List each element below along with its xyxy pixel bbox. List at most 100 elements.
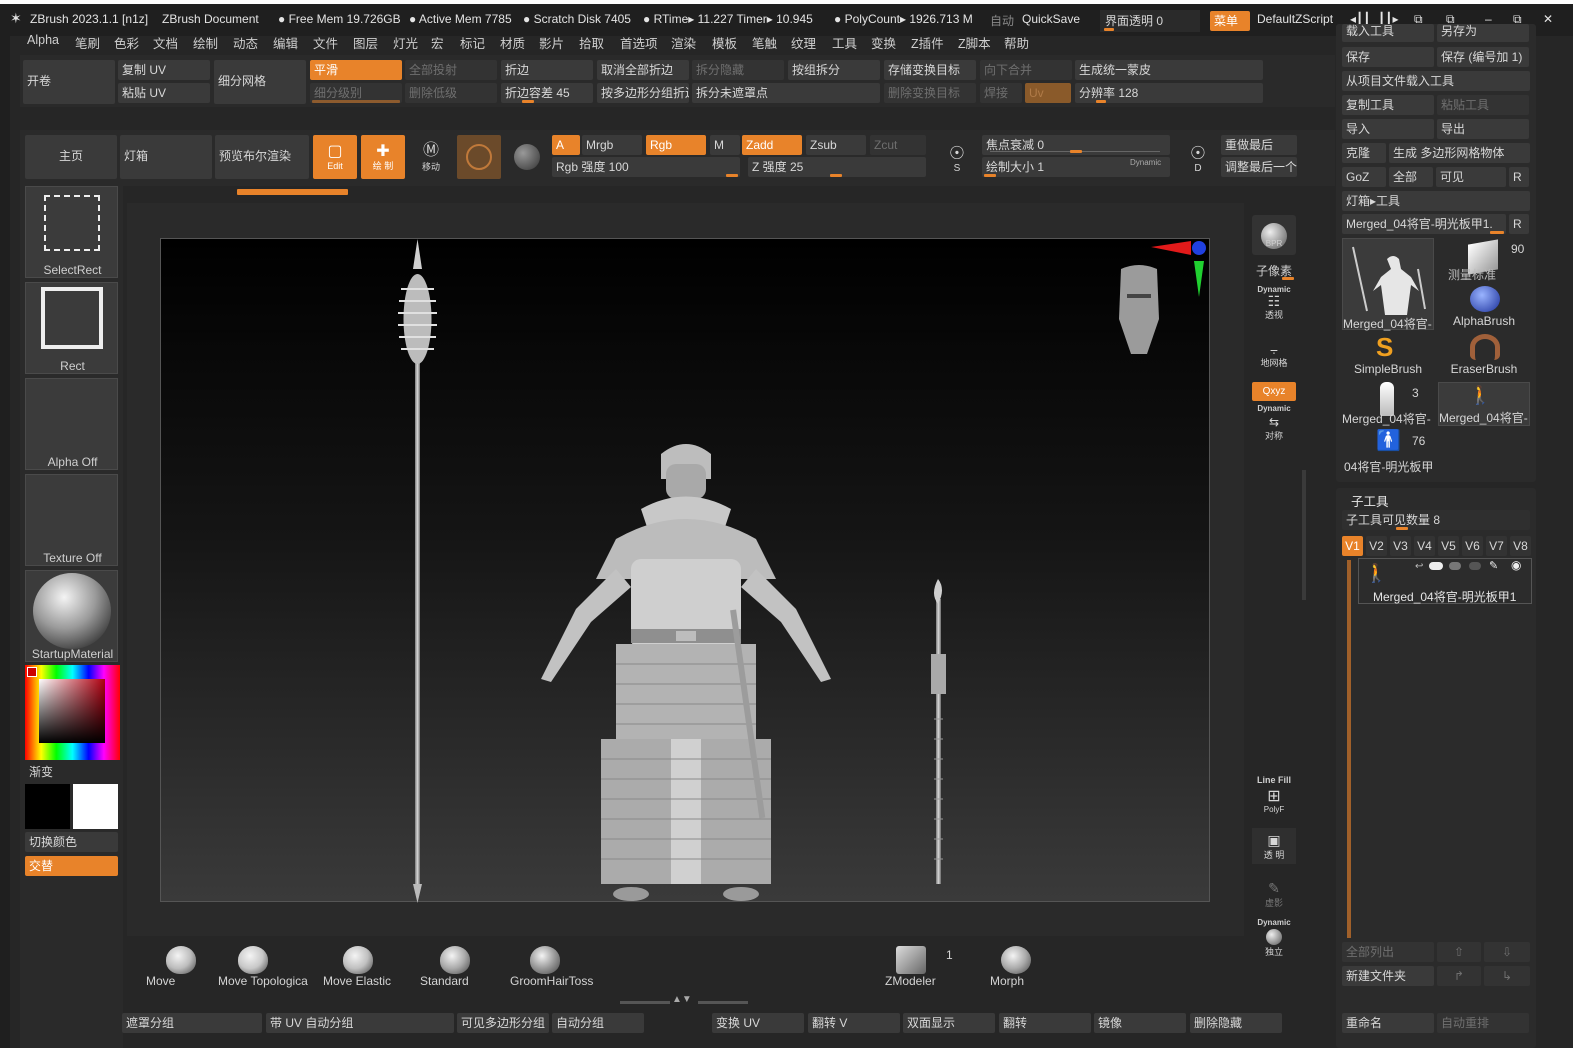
polyframe-button[interactable]: ⊞ PolyF (1252, 785, 1296, 817)
menu-item-3[interactable]: 文档 (153, 33, 178, 52)
export-button[interactable]: 导出 (1437, 119, 1529, 139)
transparent-button[interactable]: ▣ 透 明 (1252, 828, 1296, 864)
smooth-toggle[interactable]: 平滑 (310, 60, 402, 80)
menu-item-8[interactable]: 图层 (353, 33, 378, 52)
make-polymesh-button[interactable]: 生成 多边形网格物体 (1389, 143, 1530, 163)
mask-groups-button[interactable]: 遮罩分组 (122, 1013, 262, 1033)
brush-right-0[interactable]: ZModeler 1 (880, 942, 960, 992)
subtool-item[interactable]: 🚶 ↩ ✎ ◉ Merged_04将官-明光板甲1 (1358, 558, 1532, 604)
flip-button[interactable]: 翻转 (999, 1013, 1091, 1033)
close-icon[interactable]: ✕ (1543, 12, 1553, 26)
crease-pg-button[interactable]: 按多边形分组折边 (597, 83, 689, 103)
move-down-button[interactable]: ⇩ (1484, 942, 1530, 962)
stroke-d-button[interactable]: ☉ D (1178, 138, 1218, 178)
subtool-tab-v8[interactable]: V8 (1510, 536, 1531, 556)
menu-item-14[interactable]: 拾取 (579, 33, 604, 52)
copy-uv-button[interactable]: 复制 UV (118, 60, 210, 80)
adjust-last-button[interactable]: 调整最后一个 (1221, 157, 1297, 177)
menu-item-24[interactable]: 帮助 (1004, 33, 1029, 52)
open-button[interactable]: 开卷 (23, 60, 115, 104)
load-tool-button[interactable]: 载入工具 (1342, 24, 1434, 42)
transparency-slider[interactable]: 界面透明 0 (1100, 10, 1200, 32)
subtool-tab-v7[interactable]: V7 (1486, 536, 1507, 556)
weld-button[interactable]: 焊接 (980, 83, 1022, 103)
menu-item-10[interactable]: 宏 (431, 33, 444, 52)
paste-uv-button[interactable]: 粘贴 UV (118, 83, 210, 103)
rect-stroke[interactable]: Rect (25, 282, 118, 374)
subtool-tab-v3[interactable]: V3 (1390, 536, 1411, 556)
brush-right-1[interactable]: Morph (985, 942, 1065, 992)
menu-item-7[interactable]: 文件 (313, 33, 338, 52)
redo-last-button[interactable]: 重做最后 (1221, 135, 1297, 155)
goz-visible-button[interactable]: 可见 (1436, 167, 1506, 187)
tool-thumb-simplebrush[interactable]: S SimpleBrush (1342, 332, 1434, 378)
subtool-tab-v2[interactable]: V2 (1366, 536, 1387, 556)
zsub-toggle[interactable]: Zsub (806, 135, 866, 155)
tool-thumb-merged-2[interactable]: 3 Merged_04将官- (1342, 382, 1434, 426)
subtool-tab-v5[interactable]: V5 (1438, 536, 1459, 556)
visible-polygroups-button[interactable]: 可见多边形分组 (457, 1013, 549, 1033)
gyro-button[interactable] (505, 135, 549, 179)
subtool-arrow-icon[interactable]: ↩ (1415, 561, 1423, 572)
merge-down-button[interactable]: 向下合并 (980, 60, 1072, 80)
brush-3[interactable]: Standard (420, 942, 515, 992)
zcut-toggle[interactable]: Zcut (870, 135, 926, 155)
preview-bool-button[interactable]: 预览布尔渲染 (215, 135, 309, 179)
uv-button[interactable]: Uv (1025, 83, 1071, 103)
main-color-swatch[interactable] (25, 784, 70, 829)
perspective-button[interactable]: ☷ 透视 (1252, 293, 1296, 321)
lightbox-button[interactable]: 灯箱 (120, 135, 212, 179)
switch-color-button[interactable]: 切换颜色 (25, 832, 118, 852)
draw-button[interactable]: ✚ 绘 制 (361, 135, 405, 179)
move-up-button[interactable]: ⇧ (1437, 942, 1481, 962)
unified-skin-button[interactable]: 生成统一蒙皮 (1075, 60, 1263, 80)
save-button[interactable]: 保存 (1342, 47, 1434, 67)
rgb-intensity-slider[interactable]: Rgb 强度 100 (552, 157, 740, 177)
new-folder-button[interactable]: 新建文件夹 (1342, 966, 1434, 986)
menu-item-9[interactable]: 灯光 (393, 33, 418, 52)
draw-size-dynamic[interactable]: Dynamic (1130, 158, 1161, 167)
save-increment-button[interactable]: 保存 (编号加 1) (1437, 47, 1529, 67)
menu-item-23[interactable]: Z脚本 (958, 33, 991, 52)
del-morph-button[interactable]: 删除变换目标 (884, 83, 976, 103)
subtool-list-scrollbar[interactable] (1347, 560, 1351, 938)
menu-item-13[interactable]: 影片 (539, 33, 564, 52)
subtool-tab-v1[interactable]: V1 (1342, 536, 1363, 556)
current-tool-r-button[interactable]: R (1509, 214, 1529, 234)
uv-groups-button[interactable]: 带 UV 自动分组 (266, 1013, 454, 1033)
brush-1[interactable]: Move Topologica (218, 942, 313, 992)
color-picker-square[interactable] (39, 679, 105, 743)
material-selector[interactable]: StartupMaterial (25, 570, 118, 662)
tool-thumb-measure[interactable]: 90 测量标准 (1438, 238, 1530, 284)
subtool-tab-v6[interactable]: V6 (1462, 536, 1483, 556)
menu-item-5[interactable]: 动态 (233, 33, 258, 52)
copy-tool-button[interactable]: 复制工具 (1342, 95, 1434, 115)
menu-item-20[interactable]: 工具 (832, 33, 857, 52)
brush-2[interactable]: Move Elastic (323, 942, 418, 992)
menu-item-12[interactable]: 材质 (500, 33, 525, 52)
transform-uv-button[interactable]: 变换 UV (712, 1013, 804, 1033)
split-groups-button[interactable]: 按组拆分 (788, 60, 880, 80)
tool-thumb-merged[interactable]: Merged_04将官- (1342, 238, 1434, 331)
zadd-toggle[interactable]: Zadd (742, 135, 802, 155)
list-all-button[interactable]: 全部列出 (1342, 942, 1434, 962)
double-sided-button[interactable]: 双面显示 (903, 1013, 995, 1033)
goz-all-button[interactable]: 全部 (1389, 167, 1433, 187)
subtool-eye-icon[interactable]: ◉ (1511, 558, 1521, 572)
split-hidden-button[interactable]: 拆分隐藏 (692, 60, 784, 80)
select-rect-brush[interactable]: SelectRect (25, 186, 118, 278)
m-toggle[interactable]: M (710, 135, 740, 155)
viewport-canvas[interactable] (160, 238, 1210, 903)
load-from-project-button[interactable]: 从项目文件载入工具 (1342, 71, 1530, 91)
delete-hidden-button[interactable]: 删除隐藏 (1190, 1013, 1282, 1033)
subdivide-button[interactable]: 细分网格 (214, 60, 306, 104)
menu-item-19[interactable]: 纹理 (791, 33, 816, 52)
tool-thumb-mingguang[interactable]: 🚹 76 04将官-明光板甲 (1342, 430, 1434, 474)
color-picker[interactable] (25, 665, 120, 760)
menu-button[interactable]: 菜单 (1210, 11, 1250, 31)
subtool-brush-icon[interactable]: ✎ (1489, 559, 1498, 572)
move-button[interactable]: Ⓜ 移动 (409, 135, 453, 179)
subtool-tab-v4[interactable]: V4 (1414, 536, 1435, 556)
mrgb-toggle[interactable]: Mrgb (582, 135, 642, 155)
edit-button[interactable]: ▢ Edit (313, 135, 357, 179)
